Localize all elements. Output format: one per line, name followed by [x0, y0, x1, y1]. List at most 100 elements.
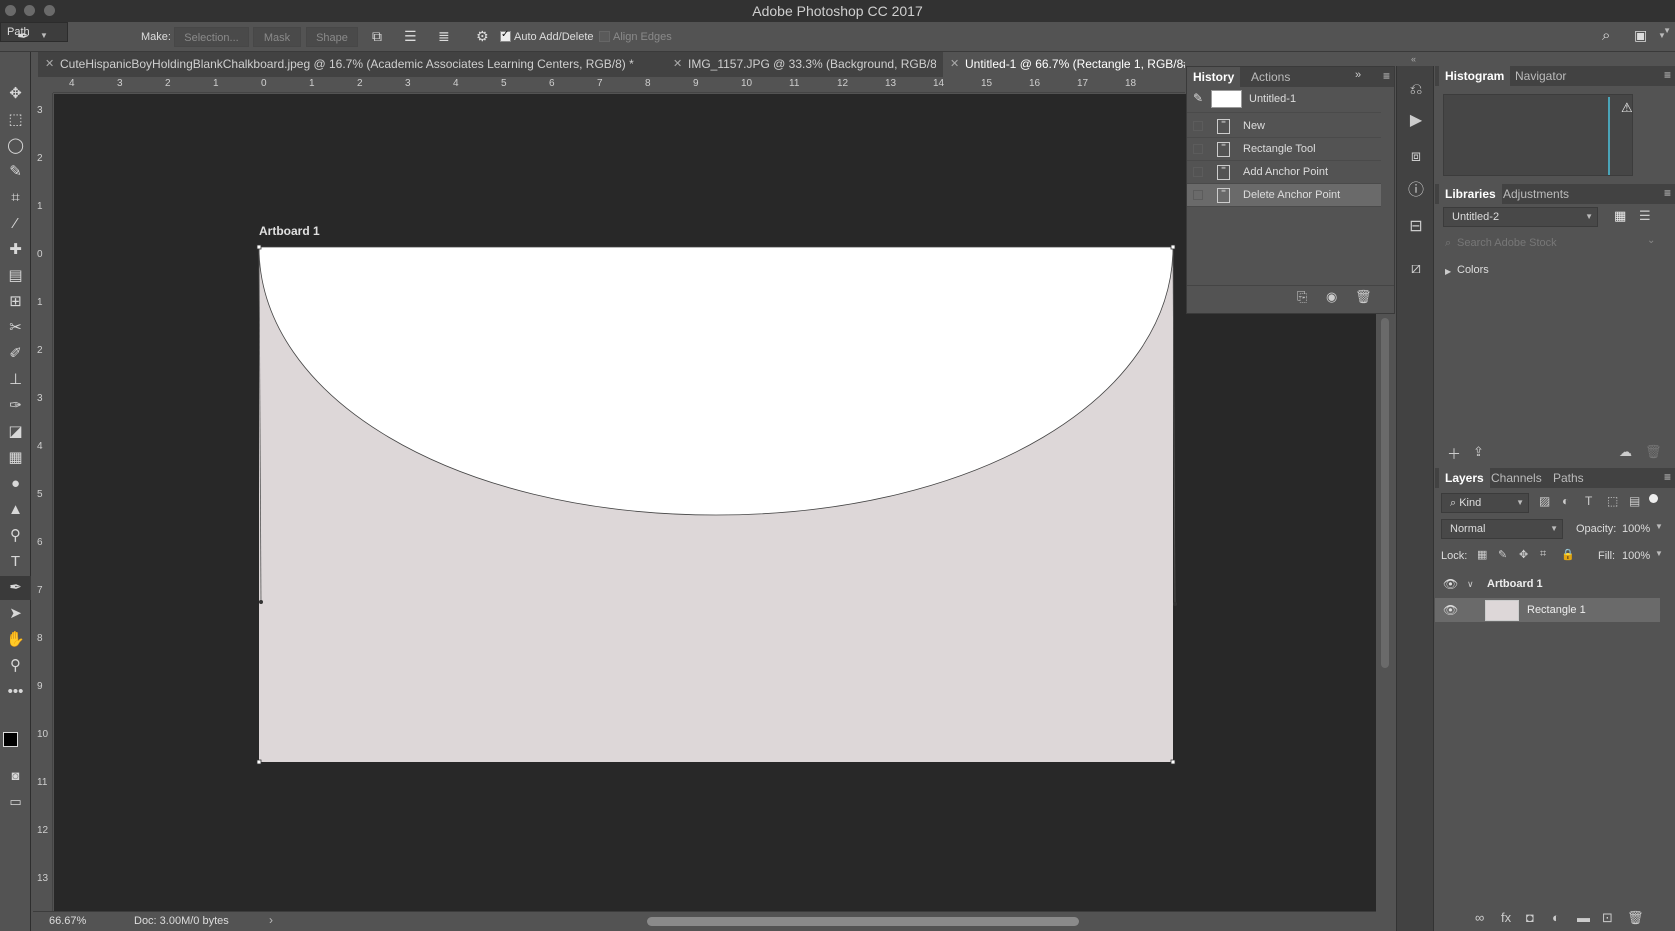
trash-icon[interactable]: 🗑: [1355, 289, 1372, 305]
tab-libraries[interactable]: Libraries: [1439, 184, 1502, 204]
layer-style-icon[interactable]: fx: [1501, 910, 1511, 925]
stamp-tool-icon[interactable]: ⊥: [0, 368, 31, 392]
path-alignment-icon[interactable]: ☰: [404, 28, 417, 45]
chevron-down-icon[interactable]: ⌄: [1647, 235, 1655, 246]
history-item[interactable]: ≡ New: [1187, 115, 1381, 138]
grid-view-icon[interactable]: ▦: [1614, 208, 1626, 224]
vertical-ruler[interactable]: 3 2 1 0 1 2 3 4 5 6 7 8 9 10 11 12 13: [33, 93, 53, 911]
scissors-tool-icon[interactable]: ✂: [0, 316, 31, 340]
make-selection-button[interactable]: Selection...: [174, 27, 249, 47]
history-brush-tool-icon[interactable]: ✑: [0, 394, 31, 418]
sharpen-tool-icon[interactable]: ▲: [0, 498, 31, 522]
tool-mode-select[interactable]: Path ▼: [0, 22, 1671, 42]
lock-transparent-icon[interactable]: ▦: [1477, 548, 1487, 561]
rectangle-shape[interactable]: [256, 244, 1177, 765]
zoom-tool-icon[interactable]: ⚲: [0, 654, 31, 678]
path-operations-icon[interactable]: ⧉: [372, 28, 382, 45]
tab-layers[interactable]: Layers: [1439, 468, 1490, 488]
trash-icon[interactable]: 🗑: [1645, 444, 1662, 460]
chevron-right-icon[interactable]: ▶: [1445, 267, 1451, 276]
info-icon[interactable]: ⓘ: [1397, 176, 1435, 200]
quick-mask-icon[interactable]: ◙: [0, 764, 31, 788]
type-tool-icon[interactable]: T: [0, 550, 31, 574]
history-panel-icon[interactable]: ⎌: [1397, 81, 1435, 99]
layer-row-artboard[interactable]: 👁 ∨ Artboard 1: [1435, 572, 1660, 596]
move-tool-icon[interactable]: ✥: [0, 82, 31, 106]
visibility-eye-icon[interactable]: 👁: [1443, 598, 1458, 622]
anchor-point[interactable]: [256, 244, 262, 250]
eraser-tool-icon[interactable]: ◪: [0, 420, 31, 444]
eyedropper-tool-icon[interactable]: ⁄: [0, 212, 31, 236]
frame-tool-icon[interactable]: ⊞: [0, 290, 31, 314]
vertical-scrollbar[interactable]: [1381, 318, 1389, 668]
path-selection-tool-icon[interactable]: ➤: [0, 602, 31, 626]
anchor-point[interactable]: [1173, 602, 1177, 606]
pen-tool-icon[interactable]: ✒: [17, 27, 30, 45]
actions-panel-icon[interactable]: ▶: [1397, 110, 1435, 130]
upload-icon[interactable]: ⇪: [1473, 444, 1484, 460]
tab-actions[interactable]: Actions: [1245, 67, 1296, 87]
anchor-point[interactable]: [256, 759, 262, 765]
history-snapshot[interactable]: ✎ Untitled-1: [1187, 87, 1381, 113]
lasso-tool-icon[interactable]: ◯: [0, 134, 31, 158]
more-tools-icon[interactable]: •••: [0, 680, 31, 704]
tab-navigator[interactable]: Navigator: [1509, 66, 1572, 86]
filter-adjustment-icon[interactable]: ◐: [1562, 494, 1569, 508]
blend-mode-select[interactable]: Normal ▼: [1441, 519, 1563, 539]
close-icon[interactable]: ✕: [45, 52, 54, 77]
chevron-down-icon[interactable]: ▼: [1655, 549, 1663, 558]
bandage-tool-icon[interactable]: ▤: [0, 264, 31, 288]
anchor-point[interactable]: [1170, 244, 1176, 250]
visibility-eye-icon[interactable]: 👁: [1443, 572, 1458, 596]
history-item[interactable]: ≡ Delete Anchor Point: [1187, 184, 1381, 207]
lock-position-icon[interactable]: ✥: [1519, 548, 1528, 561]
chevron-down-icon[interactable]: ▼: [1655, 522, 1663, 531]
tab-paths[interactable]: Paths: [1547, 468, 1590, 488]
artboard[interactable]: [256, 244, 1177, 765]
layer-row-rectangle[interactable]: 👁 Rectangle 1: [1435, 598, 1660, 622]
foreground-color-swatch[interactable]: [3, 732, 18, 747]
tab-document-2[interactable]: ✕ IMG_1157.JPG @ 33.3% (Background, RGB/…: [666, 52, 936, 77]
tab-document-3[interactable]: ✕ Untitled-1 @ 66.7% (Rectangle 1, RGB/8…: [943, 52, 1185, 77]
auto-add-delete-checkbox[interactable]: [500, 29, 511, 42]
lock-image-icon[interactable]: ✎: [1498, 548, 1507, 561]
new-group-icon[interactable]: ▬: [1577, 910, 1590, 925]
dodge-tool-icon[interactable]: ⚲: [0, 524, 31, 548]
history-item[interactable]: ≡ Rectangle Tool: [1187, 138, 1381, 161]
healing-brush-tool-icon[interactable]: ✚: [0, 238, 31, 262]
list-view-icon[interactable]: ☰: [1639, 208, 1651, 224]
make-shape-button[interactable]: Shape: [306, 27, 358, 47]
marquee-tool-icon[interactable]: ⬚: [0, 108, 31, 132]
artboard-label[interactable]: Artboard 1: [259, 224, 320, 238]
brush-tool-icon[interactable]: ✐: [0, 342, 31, 366]
make-mask-button[interactable]: Mask: [253, 27, 301, 47]
filter-shape-icon[interactable]: ⬚: [1607, 494, 1618, 508]
anchor-point[interactable]: [259, 600, 263, 604]
history-source-checkbox[interactable]: [1193, 167, 1203, 177]
gear-icon[interactable]: ⚙: [476, 28, 489, 45]
horizontal-ruler[interactable]: 4 3 2 1 0 1 2 3 4 5 6 7 8 9 10 11 12 13 14 15 16 17 18: [53, 77, 1185, 93]
lock-all-icon[interactable]: 🔒: [1561, 548, 1575, 561]
chevron-down-icon[interactable]: ▼: [1658, 31, 1666, 40]
tab-history[interactable]: History: [1187, 67, 1241, 87]
history-source-checkbox[interactable]: [1193, 144, 1203, 154]
pen-tool-icon[interactable]: ✒: [0, 576, 31, 600]
panel-menu-icon[interactable]: ≡: [1383, 69, 1390, 83]
panel-menu-icon[interactable]: ≡: [1664, 186, 1671, 200]
chevron-down-icon[interactable]: ∨: [1467, 572, 1474, 596]
lock-artboard-icon[interactable]: ⌗: [1540, 548, 1546, 561]
layer-filter-select[interactable]: ⌕ Kind ▼: [1441, 493, 1529, 513]
tab-channels[interactable]: Channels: [1485, 468, 1548, 488]
history-source-checkbox[interactable]: [1193, 121, 1203, 131]
workspace-icon[interactable]: ▣: [1634, 27, 1647, 44]
new-document-from-state-icon[interactable]: ⎘: [1297, 289, 1307, 305]
curved-white-shape[interactable]: [258, 246, 1174, 516]
properties-icon[interactable]: ⊟: [1397, 216, 1435, 236]
fill-input[interactable]: 100%: [1622, 546, 1650, 566]
panel-menu-icon[interactable]: ≡: [1664, 470, 1671, 484]
add-content-icon[interactable]: ＋: [1447, 444, 1461, 464]
ruler-origin[interactable]: [33, 77, 53, 93]
filter-toggle-icon[interactable]: [1649, 494, 1658, 503]
paragraph-styles-icon[interactable]: ⧄: [1397, 260, 1435, 278]
warning-icon[interactable]: ⚠: [1621, 100, 1633, 116]
